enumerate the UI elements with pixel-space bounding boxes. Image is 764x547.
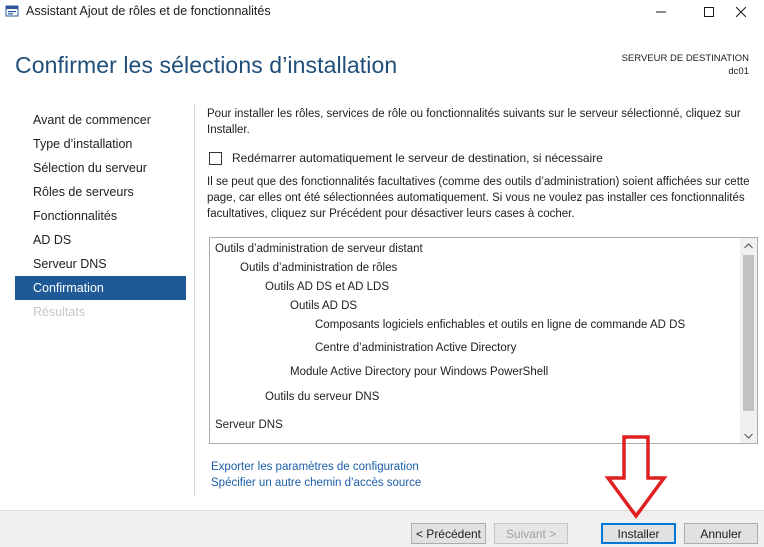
nav-divider	[194, 104, 195, 496]
install-button[interactable]: Installer	[601, 523, 676, 544]
next-button[interactable]: Suivant >	[494, 523, 568, 544]
window-title: Assistant Ajout de rôles et de fonctionn…	[26, 4, 271, 18]
cancel-button[interactable]: Annuler	[684, 523, 758, 544]
nav-item-fonctionnalites[interactable]: Fonctionnalités	[15, 204, 186, 228]
nav-item-confirmation[interactable]: Confirmation	[15, 276, 186, 300]
wizard-nav: Avant de commencer Type d’installation S…	[15, 108, 186, 324]
previous-button[interactable]: < Précédent	[411, 523, 486, 544]
list-item: Centre d’administration Active Directory	[315, 342, 517, 354]
destination-server-name: dc01	[728, 66, 749, 77]
close-button[interactable]	[718, 0, 764, 24]
scroll-up-button[interactable]	[740, 238, 757, 253]
list-item: Module Active Directory pour Windows Pow…	[290, 366, 549, 378]
title-bar: Assistant Ajout de rôles et de fonctionn…	[0, 0, 764, 24]
minimize-button[interactable]	[638, 0, 684, 24]
nav-item-selection-serveur[interactable]: Sélection du serveur	[15, 156, 186, 180]
scroll-thumb[interactable]	[743, 255, 754, 411]
chevron-up-icon	[744, 242, 753, 248]
list-item: Composants logiciels enfichables et outi…	[315, 319, 686, 331]
nav-item-roles-serveurs[interactable]: Rôles de serveurs	[15, 180, 186, 204]
page-title: Confirmer les sélections d’installation	[15, 52, 398, 78]
list-scrollbar[interactable]	[740, 238, 757, 443]
list-item: Outils d’administration de serveur dista…	[215, 243, 423, 255]
nav-item-resultats: Résultats	[33, 305, 86, 319]
intro-text-block: Pour installer les rôles, services de rô…	[207, 106, 755, 138]
selections-list[interactable]: Outils d’administration de serveur dista…	[209, 237, 758, 444]
minimize-icon	[656, 11, 666, 13]
intro-text: Pour installer les rôles, services de rô…	[207, 108, 741, 136]
note-text-block: Il se peut que des fonctionnalités facul…	[207, 174, 755, 222]
destination-server-info: SERVEUR DE DESTINATION dc01	[622, 52, 749, 78]
export-config-link[interactable]: Exporter les paramètres de configuration	[211, 461, 419, 473]
nav-item-type-installation[interactable]: Type d’installation	[15, 132, 186, 156]
annotation-arrow-icon	[604, 435, 668, 519]
restart-checkbox-row[interactable]: Redémarrer automatiquement le serveur de…	[209, 151, 603, 165]
note-text: Il se peut que des fonctionnalités facul…	[207, 176, 750, 220]
nav-item-serveur-dns[interactable]: Serveur DNS	[15, 252, 186, 276]
destination-label: SERVEUR DE DESTINATION	[621, 53, 749, 64]
restart-checkbox-label[interactable]: Redémarrer automatiquement le serveur de…	[232, 151, 603, 165]
nav-item-ad-ds[interactable]: AD DS	[15, 228, 186, 252]
chevron-down-icon	[744, 433, 753, 439]
restart-checkbox[interactable]	[209, 151, 222, 165]
alternate-source-link[interactable]: Spécifier un autre chemin d’accès source	[211, 477, 421, 489]
list-item: Outils du serveur DNS	[265, 391, 380, 403]
list-item: Serveur DNS	[215, 419, 283, 431]
close-icon	[736, 7, 746, 17]
list-item: Outils AD DS et AD LDS	[265, 281, 389, 293]
maximize-icon	[704, 7, 714, 17]
scroll-down-button[interactable]	[740, 428, 757, 443]
server-manager-icon	[5, 5, 19, 17]
list-item: Outils d’administration de rôles	[240, 262, 398, 274]
nav-item-avant-de-commencer[interactable]: Avant de commencer	[15, 108, 186, 132]
list-item: Outils AD DS	[290, 300, 358, 312]
